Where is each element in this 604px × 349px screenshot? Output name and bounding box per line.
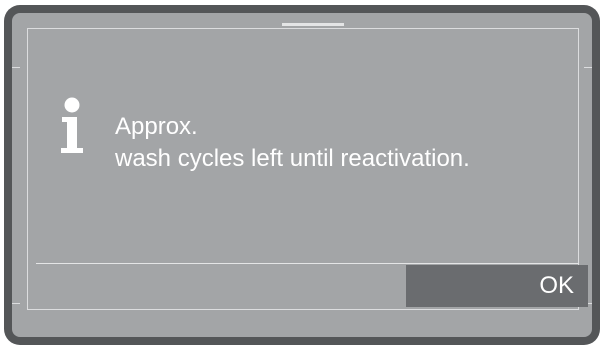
side-tick-right-top: [584, 67, 592, 68]
dialog-message: Approx. wash cycles left until reactivat…: [115, 111, 470, 175]
top-indicator-line: [282, 23, 344, 26]
display-screen: Approx. wash cycles left until reactivat…: [12, 13, 592, 337]
info-icon: [61, 97, 83, 153]
ok-button[interactable]: OK: [406, 265, 588, 307]
ok-button-label: OK: [539, 272, 574, 299]
message-line-2: wash cycles left until reactivation.: [115, 145, 470, 172]
message-line-1: Approx.: [115, 113, 198, 140]
dialog-divider: [36, 263, 579, 264]
device-frame: Approx. wash cycles left until reactivat…: [4, 5, 600, 345]
side-tick-left-bottom: [12, 303, 20, 304]
side-tick-left-top: [12, 67, 20, 68]
